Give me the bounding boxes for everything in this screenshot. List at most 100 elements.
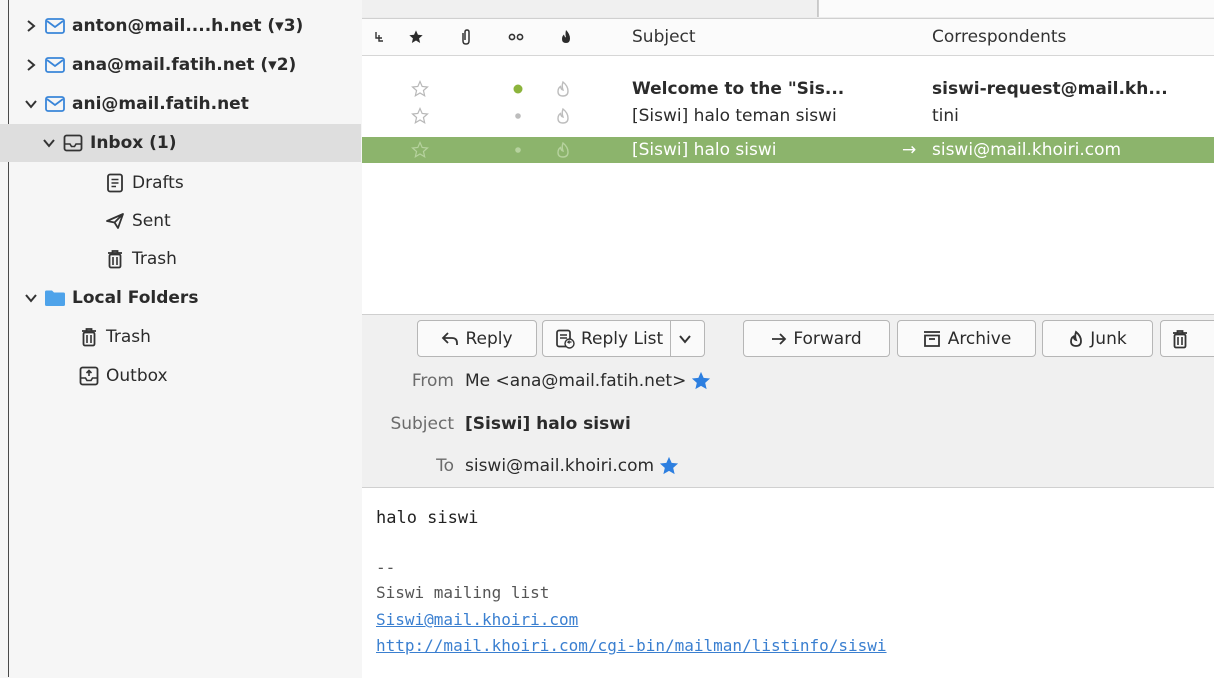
reply-list-icon [555,329,575,349]
account-label: anton@mail....h.net (▾3) [72,16,304,36]
mailing-list-email-link[interactable]: Siswi@mail.khoiri.com [376,610,578,629]
mail-icon [44,94,66,114]
junk-column-icon[interactable] [554,19,578,55]
chevron-right-icon[interactable] [22,19,40,33]
folder-label: Inbox (1) [90,133,177,153]
folder-pane: anton@mail....h.net (▾3) ana@mail.fatih.… [0,0,361,677]
chevron-down-icon[interactable] [22,98,40,110]
correspondents-column-header[interactable]: Correspondents [932,19,1066,55]
reply-button[interactable]: Reply [417,320,537,357]
delete-button[interactable] [1160,320,1214,357]
folder-inbox[interactable]: Inbox (1) [0,124,361,162]
local-folder-trash[interactable]: Trash [0,318,361,356]
thread-column-header: Subject Correspondents [362,19,1214,56]
message-header: Reply Reply List Forward Archive Junk Fr… [362,314,1214,488]
thread-correspondent: tini [932,106,959,126]
junk-button[interactable]: Junk [1042,320,1153,357]
drafts-icon [104,173,126,193]
folder-sent[interactable]: Sent [0,202,361,240]
chevron-down-icon[interactable] [40,137,58,149]
folder-trash[interactable]: Trash [0,240,361,278]
star-icon[interactable] [411,137,429,163]
subject-column-header[interactable]: Subject [632,19,696,55]
local-folders[interactable]: Local Folders [0,279,361,317]
thread-row-selected[interactable]: [Siswi] halo siswi → siswi@mail.khoiri.c… [362,137,1214,163]
to-label: To [436,456,454,476]
split-divider [670,321,671,356]
star-column-icon[interactable] [404,19,428,55]
folder-icon [44,288,66,308]
junk-flame-icon[interactable] [556,137,570,163]
from-value[interactable]: Me <ana@mail.fatih.net> [465,371,712,391]
reply-list-label: Reply List [581,328,664,349]
outbox-icon [78,366,100,386]
chevron-down-icon[interactable] [22,292,40,304]
junk-label: Junk [1090,328,1127,349]
from-address[interactable]: Me <ana@mail.fatih.net> [465,371,686,391]
account-ani[interactable]: ani@mail.fatih.net [0,85,361,123]
archive-label: Archive [947,328,1012,349]
unread-dot-icon[interactable] [513,76,523,102]
mail-icon [44,16,66,36]
attachment-column-icon[interactable] [454,19,478,55]
to-value[interactable]: siswi@mail.khoiri.com [465,456,680,476]
tab-partial[interactable] [362,0,818,17]
subject-value: [Siswi] halo siswi [465,414,631,434]
folder-label: Trash [132,249,177,269]
thread-row[interactable]: Welcome to the "Sis... siswi-request@mai… [362,76,1214,102]
thread-subject: [Siswi] halo teman siswi [632,106,837,126]
thread-column-icon[interactable] [368,19,390,55]
thread-correspondent: siswi@mail.khoiri.com [932,140,1122,160]
folder-label: Sent [132,211,171,231]
trash-icon [1171,329,1189,349]
from-label: From [411,371,454,391]
forward-arrow-icon [771,332,787,345]
reply-label: Reply [465,328,513,349]
folder-drafts[interactable]: Drafts [0,164,361,202]
quick-filter-field[interactable] [818,0,1214,17]
star-icon[interactable] [411,76,429,102]
thread-subject: [Siswi] halo siswi [632,140,777,160]
folder-label: Local Folders [72,288,199,308]
sent-icon [104,211,126,231]
read-status-column-icon[interactable] [504,19,528,55]
chevron-right-icon[interactable] [22,58,40,72]
account-anton[interactable]: anton@mail....h.net (▾3) [0,7,361,45]
mailing-list-url-link[interactable]: http://mail.khoiri.com/cgi-bin/mailman/l… [376,636,887,655]
to-address[interactable]: siswi@mail.khoiri.com [465,456,654,476]
junk-flame-icon[interactable] [556,103,570,129]
reply-icon [441,331,459,347]
forward-label: Forward [793,328,862,349]
star-icon[interactable] [690,371,712,391]
signature-separator: -- [376,558,396,577]
subject-label: Subject [390,414,454,434]
outgoing-arrow-icon: → [902,140,917,160]
thread-row[interactable]: [Siswi] halo teman siswi tini [362,103,1214,129]
inbox-icon [62,133,84,153]
star-icon[interactable] [658,456,680,476]
trash-icon [104,249,126,269]
folder-label: Trash [106,327,151,347]
trash-icon [78,327,100,347]
mail-icon [44,55,66,75]
archive-button[interactable]: Archive [897,320,1036,357]
folder-label: Drafts [132,173,184,193]
thread-correspondent: siswi-request@mail.kh... [932,79,1168,99]
account-label: ani@mail.fatih.net [72,94,249,114]
junk-flame-icon[interactable] [556,76,570,102]
body-text: halo siswi [376,508,479,528]
signature-text: Siswi mailing list [376,583,550,602]
archive-icon [922,330,942,348]
folder-label: Outbox [106,366,168,386]
forward-button[interactable]: Forward [743,320,890,357]
read-dot-icon[interactable] [515,103,521,129]
thread-subject: Welcome to the "Sis... [632,79,845,99]
thread-pane: Subject Correspondents Welcome to the "S… [362,18,1214,315]
chevron-down-icon[interactable] [678,333,692,345]
read-dot-icon[interactable] [515,137,521,163]
reply-list-button[interactable]: Reply List [542,320,705,357]
star-icon[interactable] [411,103,429,129]
account-ana[interactable]: ana@mail.fatih.net (▾2) [0,46,361,84]
message-body: halo siswi -- Siswi mailing list Siswi@m… [362,487,1214,678]
local-folder-outbox[interactable]: Outbox [0,357,361,395]
